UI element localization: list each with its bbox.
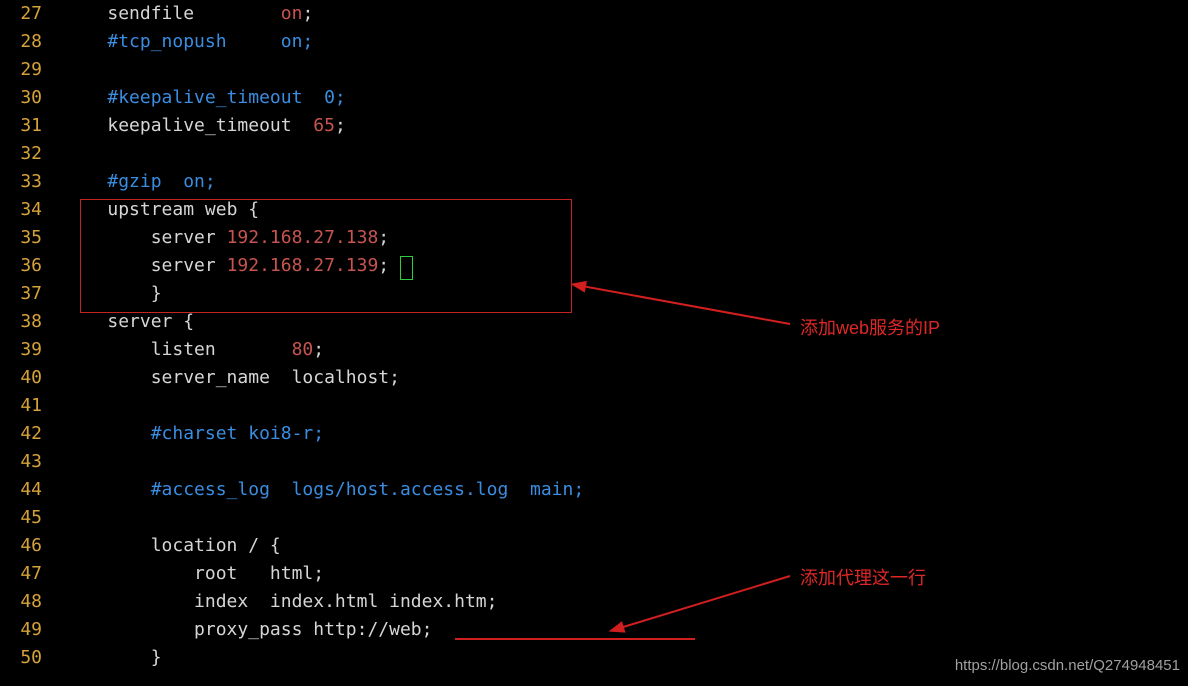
line-number: 49 — [0, 616, 48, 644]
line-number: 48 — [0, 588, 48, 616]
line-number: 36 — [0, 252, 48, 280]
cursor-box — [400, 256, 413, 280]
code-line: location / { — [64, 532, 584, 560]
code-line: upstream web { — [64, 196, 584, 224]
code-editor: 2728293031323334353637383940414243444546… — [0, 0, 1188, 686]
code-line: keepalive_timeout 65; — [64, 112, 584, 140]
line-number: 34 — [0, 196, 48, 224]
code-area: sendfile on; #tcp_nopush on; #keepalive_… — [64, 0, 584, 672]
line-number-gutter: 2728293031323334353637383940414243444546… — [0, 0, 48, 672]
line-number: 29 — [0, 56, 48, 84]
line-number: 44 — [0, 476, 48, 504]
line-number: 32 — [0, 140, 48, 168]
code-line: server 192.168.27.138; — [64, 224, 584, 252]
line-number: 30 — [0, 84, 48, 112]
code-line: #keepalive_timeout 0; — [64, 84, 584, 112]
code-line: #tcp_nopush on; — [64, 28, 584, 56]
code-line: #gzip on; — [64, 168, 584, 196]
line-number: 33 — [0, 168, 48, 196]
line-number: 37 — [0, 280, 48, 308]
line-number: 47 — [0, 560, 48, 588]
line-number: 45 — [0, 504, 48, 532]
line-number: 41 — [0, 392, 48, 420]
line-number: 43 — [0, 448, 48, 476]
code-line: sendfile on; — [64, 0, 584, 28]
code-line: root html; — [64, 560, 584, 588]
code-line — [64, 140, 584, 168]
line-number: 28 — [0, 28, 48, 56]
code-line: index index.html index.htm; — [64, 588, 584, 616]
code-line: } — [64, 280, 584, 308]
code-line — [64, 392, 584, 420]
code-line: #charset koi8-r; — [64, 420, 584, 448]
line-number: 35 — [0, 224, 48, 252]
code-line: #access_log logs/host.access.log main; — [64, 476, 584, 504]
line-number: 46 — [0, 532, 48, 560]
watermark: https://blog.csdn.net/Q274948451 — [955, 652, 1180, 680]
code-line: server 192.168.27.139; — [64, 252, 584, 280]
underline-proxy — [455, 638, 695, 640]
line-number: 31 — [0, 112, 48, 140]
code-line — [64, 56, 584, 84]
line-number: 42 — [0, 420, 48, 448]
code-line — [64, 504, 584, 532]
annotation-proxy: 添加代理这一行 — [800, 564, 926, 592]
line-number: 38 — [0, 308, 48, 336]
line-number: 40 — [0, 364, 48, 392]
line-number: 39 — [0, 336, 48, 364]
code-line: server_name localhost; — [64, 364, 584, 392]
line-number: 50 — [0, 644, 48, 672]
code-line: } — [64, 644, 584, 672]
code-line — [64, 448, 584, 476]
annotation-upstream: 添加web服务的IP — [800, 314, 940, 342]
line-number: 27 — [0, 0, 48, 28]
code-line: listen 80; — [64, 336, 584, 364]
code-line: server { — [64, 308, 584, 336]
